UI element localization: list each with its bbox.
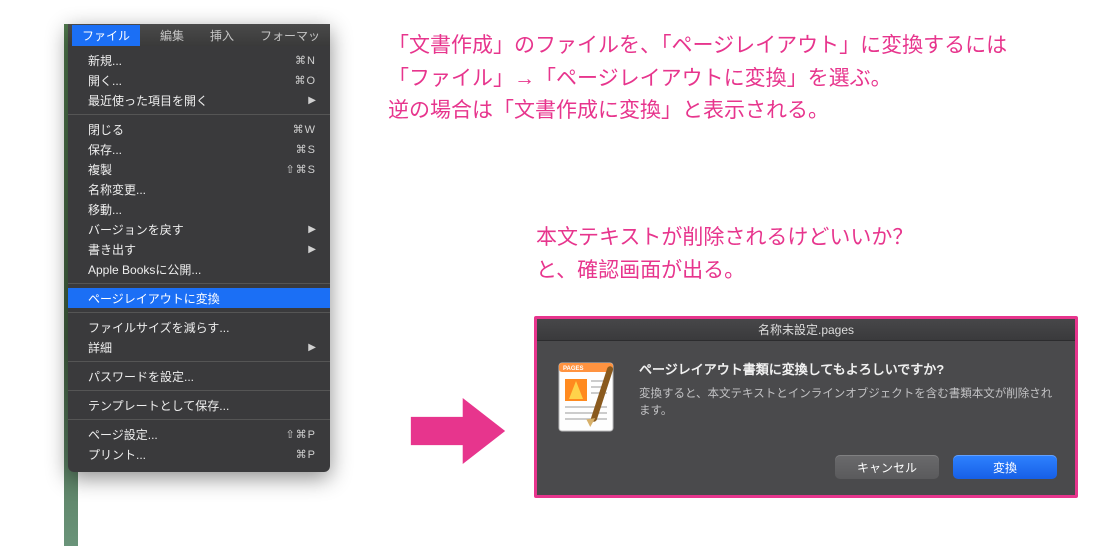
menu-item-recent[interactable]: 最近使った項目を開く ▶ bbox=[68, 90, 330, 110]
convert-button[interactable]: 変換 bbox=[953, 455, 1057, 479]
menu-separator bbox=[68, 283, 330, 284]
chevron-right-icon: ▶ bbox=[308, 244, 316, 255]
file-menu-panel: ファイル 編集 挿入 フォーマッ 新規... ⌘N 開く... ⌘O 最近使った… bbox=[68, 24, 330, 472]
menu-item-password[interactable]: パスワードを設定... bbox=[68, 366, 330, 386]
dialog-description: 変換すると、本文テキストとインラインオブジェクトを含む書類本文が削除されます。 bbox=[639, 386, 1057, 421]
menu-item-shortcut: ⇧⌘P bbox=[285, 428, 316, 441]
chevron-right-icon: ▶ bbox=[308, 342, 316, 353]
svg-text:PAGES: PAGES bbox=[563, 366, 584, 372]
menu-item-label: 開く... bbox=[88, 72, 122, 89]
menu-item-label: Apple Booksに公開... bbox=[88, 261, 201, 278]
menu-separator bbox=[68, 361, 330, 362]
menu-item-label: ページ設定... bbox=[88, 426, 158, 443]
dialog-heading: ページレイアウト書類に変換してもよろしいですか? bbox=[639, 359, 1057, 378]
menu-item-label: バージョンを戻す bbox=[88, 221, 184, 238]
menu-item-close[interactable]: 閉じる ⌘W bbox=[68, 119, 330, 139]
menu-item-revert[interactable]: バージョンを戻す ▶ bbox=[68, 219, 330, 239]
cancel-button[interactable]: キャンセル bbox=[835, 455, 939, 479]
menu-item-shortcut: ⌘O bbox=[294, 74, 316, 87]
menu-item-label: プリント... bbox=[88, 446, 146, 463]
dialog-title: 名称未設定.pages bbox=[758, 321, 854, 338]
menu-item-save-template[interactable]: テンプレートとして保存... bbox=[68, 395, 330, 415]
menu-item-reduce-filesize[interactable]: ファイルサイズを減らす... bbox=[68, 317, 330, 337]
menu-item-export[interactable]: 書き出す ▶ bbox=[68, 239, 330, 259]
menu-item-label: 移動... bbox=[88, 201, 122, 218]
dialog-titlebar: 名称未設定.pages bbox=[537, 319, 1075, 341]
menu-item-label: パスワードを設定... bbox=[88, 368, 194, 385]
menu-item-label: 詳細 bbox=[88, 339, 112, 356]
button-label: 変換 bbox=[993, 459, 1017, 476]
menu-item-shortcut: ⌘N bbox=[295, 54, 316, 67]
dialog-body: PAGES ページレイアウト書類に変換してもよろしいですか? 変換すると、本文テ… bbox=[537, 341, 1075, 449]
menu-edit[interactable]: 編集 bbox=[154, 25, 190, 46]
menu-item-label: 複製 bbox=[88, 161, 112, 178]
confirm-dialog: 名称未設定.pages PAGES ページレイアウト書類に変換してもよろしいです… bbox=[534, 316, 1078, 498]
arrow-right-icon bbox=[410, 398, 506, 464]
menu-separator bbox=[68, 312, 330, 313]
menu-item-label: 書き出す bbox=[88, 241, 136, 258]
menu-item-shortcut: ⌘P bbox=[296, 448, 316, 461]
menu-item-rename[interactable]: 名称変更... bbox=[68, 179, 330, 199]
chevron-right-icon: ▶ bbox=[308, 95, 316, 106]
menu-item-label: ページレイアウトに変換 bbox=[88, 290, 220, 307]
menu-item-label: 新規... bbox=[88, 52, 122, 69]
menu-item-new[interactable]: 新規... ⌘N bbox=[68, 50, 330, 70]
pages-document-icon: PAGES bbox=[555, 359, 621, 435]
menu-item-label: 最近使った項目を開く bbox=[88, 92, 208, 109]
menu-item-move[interactable]: 移動... bbox=[68, 199, 330, 219]
dialog-buttons: キャンセル 変換 bbox=[537, 449, 1075, 495]
menu-item-save[interactable]: 保存... ⌘S bbox=[68, 139, 330, 159]
instruction-line: 「文書作成」のファイルを、「ページレイアウト」に変換するには bbox=[388, 30, 1088, 63]
menu-item-open[interactable]: 開く... ⌘O bbox=[68, 70, 330, 90]
menu-item-label: テンプレートとして保存... bbox=[88, 397, 229, 414]
menu-separator bbox=[68, 114, 330, 115]
dialog-caption: 本文テキストが削除されるけどいいか？ と、確認画面が出る。 bbox=[536, 222, 1096, 287]
menu-item-shortcut: ⇧⌘S bbox=[285, 163, 316, 176]
menu-item-shortcut: ⌘W bbox=[293, 123, 316, 136]
menu-separator bbox=[68, 419, 330, 420]
menu-file[interactable]: ファイル bbox=[72, 25, 140, 46]
instruction-line: 逆の場合は「文書作成に変換」と表示される。 bbox=[388, 95, 1088, 128]
instruction-line: 「ファイル」→「ページレイアウトに変換」を選ぶ。 bbox=[388, 63, 1088, 96]
caption-line: 本文テキストが削除されるけどいいか？ bbox=[536, 222, 1096, 255]
menu-item-convert-page-layout[interactable]: ページレイアウトに変換 bbox=[68, 288, 330, 308]
instruction-text: 「文書作成」のファイルを、「ページレイアウト」に変換するには 「ファイル」→「ペ… bbox=[388, 30, 1088, 128]
file-dropdown: 新規... ⌘N 開く... ⌘O 最近使った項目を開く ▶ 閉じる ⌘W 保存… bbox=[68, 46, 330, 472]
menu-item-print[interactable]: プリント... ⌘P bbox=[68, 444, 330, 464]
menu-item-label: ファイルサイズを減らす... bbox=[88, 319, 229, 336]
menu-item-shortcut: ⌘S bbox=[296, 143, 316, 156]
menu-item-duplicate[interactable]: 複製 ⇧⌘S bbox=[68, 159, 330, 179]
chevron-right-icon: ▶ bbox=[308, 224, 316, 235]
menu-bar[interactable]: ファイル 編集 挿入 フォーマッ bbox=[68, 24, 330, 46]
dialog-text: ページレイアウト書類に変換してもよろしいですか? 変換すると、本文テキストとイン… bbox=[639, 359, 1057, 435]
menu-insert[interactable]: 挿入 bbox=[204, 25, 240, 46]
menu-item-label: 保存... bbox=[88, 141, 122, 158]
menu-item-label: 名称変更... bbox=[88, 181, 146, 198]
menu-item-applebooks[interactable]: Apple Booksに公開... bbox=[68, 259, 330, 279]
menu-format[interactable]: フォーマッ bbox=[254, 25, 326, 46]
menu-item-page-setup[interactable]: ページ設定... ⇧⌘P bbox=[68, 424, 330, 444]
button-label: キャンセル bbox=[857, 459, 917, 476]
menu-item-advanced[interactable]: 詳細 ▶ bbox=[68, 337, 330, 357]
menu-separator bbox=[68, 390, 330, 391]
menu-item-label: 閉じる bbox=[88, 121, 124, 138]
caption-line: と、確認画面が出る。 bbox=[536, 255, 1096, 288]
